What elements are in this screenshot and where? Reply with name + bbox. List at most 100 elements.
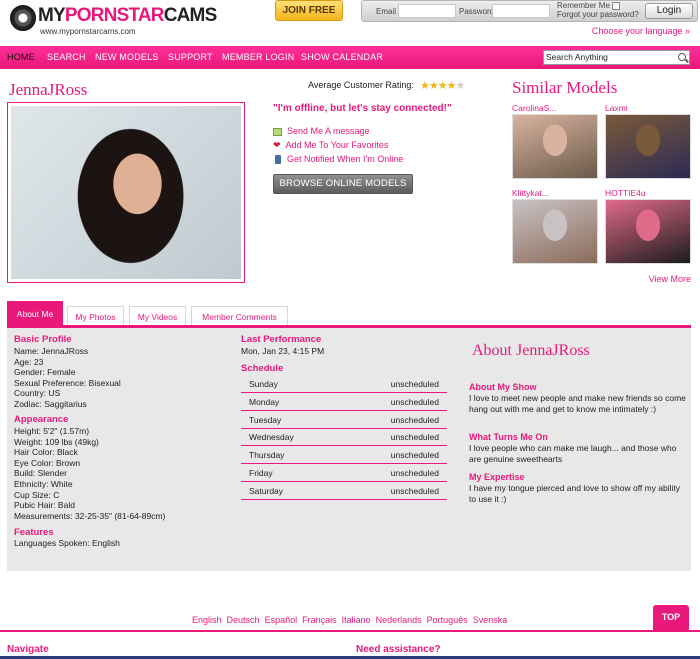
tab-my-photos[interactable]: My Photos [67, 306, 124, 327]
similar-model-thumbnail[interactable] [512, 199, 598, 264]
last-performance-value: Mon, Jan 23, 4:15 PM [241, 346, 325, 356]
rating-stars: ★★★★★ [420, 79, 466, 92]
send-message-link[interactable]: Send Me A message [273, 126, 370, 136]
similar-model-name[interactable]: Laxmi [605, 103, 691, 114]
language-link[interactable]: Nederlands [376, 615, 422, 625]
choose-language-link[interactable]: Choose your language » [592, 26, 690, 36]
features-heading: Features [14, 527, 54, 538]
footer-navigate-heading: Navigate [7, 644, 49, 655]
similar-model-thumbnail[interactable] [605, 199, 691, 264]
language-link[interactable]: Português [427, 615, 468, 625]
language-link[interactable]: Italiano [342, 615, 371, 625]
schedule-value: unscheduled [390, 450, 439, 461]
similar-model-card[interactable]: Laxmi [605, 103, 691, 179]
appearance-line: Pubic Hair: Bald [14, 500, 75, 511]
turns-me-on-heading: What Turns Me On [469, 432, 548, 442]
basic-profile-heading: Basic Profile [14, 334, 72, 345]
schedule-value: unscheduled [390, 468, 439, 478]
nav-new-models[interactable]: NEW MODELS [95, 52, 159, 62]
similar-model-card[interactable]: Klittykat... [512, 188, 598, 264]
nav-member-login[interactable]: MEMBER LOGIN [222, 52, 294, 62]
appearance-line: Measurements: 32-25-35" (81-64-89cm) [14, 510, 166, 521]
nav-home[interactable]: HOME [7, 52, 35, 62]
nav-show-calendar[interactable]: SHOW CALENDAR [301, 52, 383, 62]
email-label: Email [376, 7, 397, 16]
schedule-day: Friday [249, 468, 273, 478]
back-to-top-button[interactable]: TOP [653, 605, 689, 631]
offline-message: "I'm offline, but let's stay connected!" [273, 103, 452, 114]
site-logo[interactable]: MYPORNSTARCAMS www.mypornstarcams.com [10, 5, 217, 39]
join-free-button[interactable]: JOIN FREE [275, 0, 343, 21]
similar-model-name[interactable]: Klittykat... [512, 188, 598, 199]
language-links: English Deutsch Español Français Italiano Ned… [192, 615, 512, 625]
tab-about-me[interactable]: About Me [7, 301, 63, 327]
tab-member-comments[interactable]: Member Comments [191, 306, 288, 327]
appearance-line: Hair Color: Black [14, 447, 78, 458]
turns-me-on-text: I love people who can make me laugh... a… [469, 443, 677, 464]
search-icon[interactable] [678, 53, 686, 61]
appearance-line: Height: 5'2" (1.57m) [14, 426, 90, 436]
language-link[interactable]: Français [302, 615, 337, 625]
tab-my-videos[interactable]: My Videos [129, 306, 186, 327]
similar-model-name[interactable]: CarolinaS... [512, 103, 598, 114]
get-notified-link[interactable]: Get Notified When I'm Online [273, 154, 404, 165]
basic-line: Sexual Preference: Bisexual [14, 377, 121, 388]
schedule-value: unscheduled [390, 396, 439, 407]
expertise-heading: My Expertise [469, 472, 525, 482]
heart-icon: ❤ [273, 140, 281, 151]
basic-line: Zodiac: Saggitarius [14, 399, 87, 409]
view-more-link[interactable]: View More [649, 274, 691, 284]
phone-icon [275, 155, 281, 165]
schedule-row: Saturday unscheduled [241, 482, 447, 500]
profile-photo[interactable] [7, 102, 245, 283]
appearance-heading: Appearance [14, 414, 69, 425]
profile-tabs: About Me My Photos My Videos Member Comm… [7, 301, 691, 327]
about-show-text: I love to meet new people and make new f… [469, 393, 686, 414]
browse-online-models-button[interactable]: BROWSE ONLINE MODELS [273, 174, 413, 194]
login-box: Email Password Remember Me Forgot your p… [361, 0, 698, 22]
language-link[interactable]: Deutsch [227, 615, 260, 625]
similar-model-name[interactable]: HOTTIE4u [605, 188, 691, 199]
logo-url: www.mypornstarcams.com [40, 27, 136, 36]
webcam-icon [10, 5, 36, 31]
language-link[interactable]: Svenska [473, 615, 508, 625]
password-field[interactable] [492, 4, 550, 18]
star-filled-icon: ★ [420, 80, 430, 92]
expertise-text: I have my tongue pierced and love to sho… [469, 483, 681, 504]
schedule-row: Tuesday unscheduled [241, 411, 447, 429]
language-link[interactable]: English [192, 615, 222, 625]
remember-me-checkbox[interactable] [611, 1, 620, 10]
schedule-day: Monday [249, 396, 280, 407]
search-input[interactable]: Search Anything [543, 50, 690, 65]
remember-me[interactable]: Remember Me Forgot your password? [557, 1, 639, 19]
schedule-day: Tuesday [249, 414, 282, 425]
basic-line: Country: US [14, 388, 61, 399]
email-field[interactable] [398, 4, 456, 18]
get-notified-label: Get Notified When I'm Online [287, 154, 404, 164]
similar-model-card[interactable]: HOTTIE4u [605, 188, 691, 264]
add-favorites-link[interactable]: ❤ Add Me To Your Favorites [273, 140, 388, 151]
nav-support[interactable]: SUPPORT [168, 52, 213, 62]
forgot-password-link[interactable]: Forgot your password? [557, 10, 639, 19]
language-link[interactable]: Español [265, 615, 298, 625]
login-button[interactable]: Login [645, 3, 693, 19]
nav-search[interactable]: SEARCH [47, 52, 86, 62]
schedule-value: unscheduled [390, 485, 439, 496]
schedule-row: Sunday unscheduled [241, 375, 447, 393]
schedule-row: Friday unscheduled [241, 464, 447, 482]
similar-model-thumbnail[interactable] [512, 114, 598, 179]
similar-model-thumbnail[interactable] [605, 114, 691, 179]
schedule-row: Thursday unscheduled [241, 446, 447, 465]
languages-spoken: Languages Spoken: English [14, 538, 120, 548]
star-empty-icon: ★ [455, 80, 466, 92]
appearance-line: Cup Size: C [14, 489, 60, 500]
similar-model-card[interactable]: CarolinaS... [512, 103, 598, 179]
about-title: About JennaJRoss [472, 342, 590, 359]
similar-models-title: Similar Models [512, 78, 618, 97]
model-name: JennaJRoss [9, 80, 88, 99]
schedule-value: unscheduled [390, 414, 439, 425]
basic-line: Name: JennaJRoss [14, 346, 89, 356]
password-label: Password [459, 7, 495, 16]
schedule-day: Wednesday [249, 432, 294, 443]
schedule-value: unscheduled [390, 379, 439, 389]
